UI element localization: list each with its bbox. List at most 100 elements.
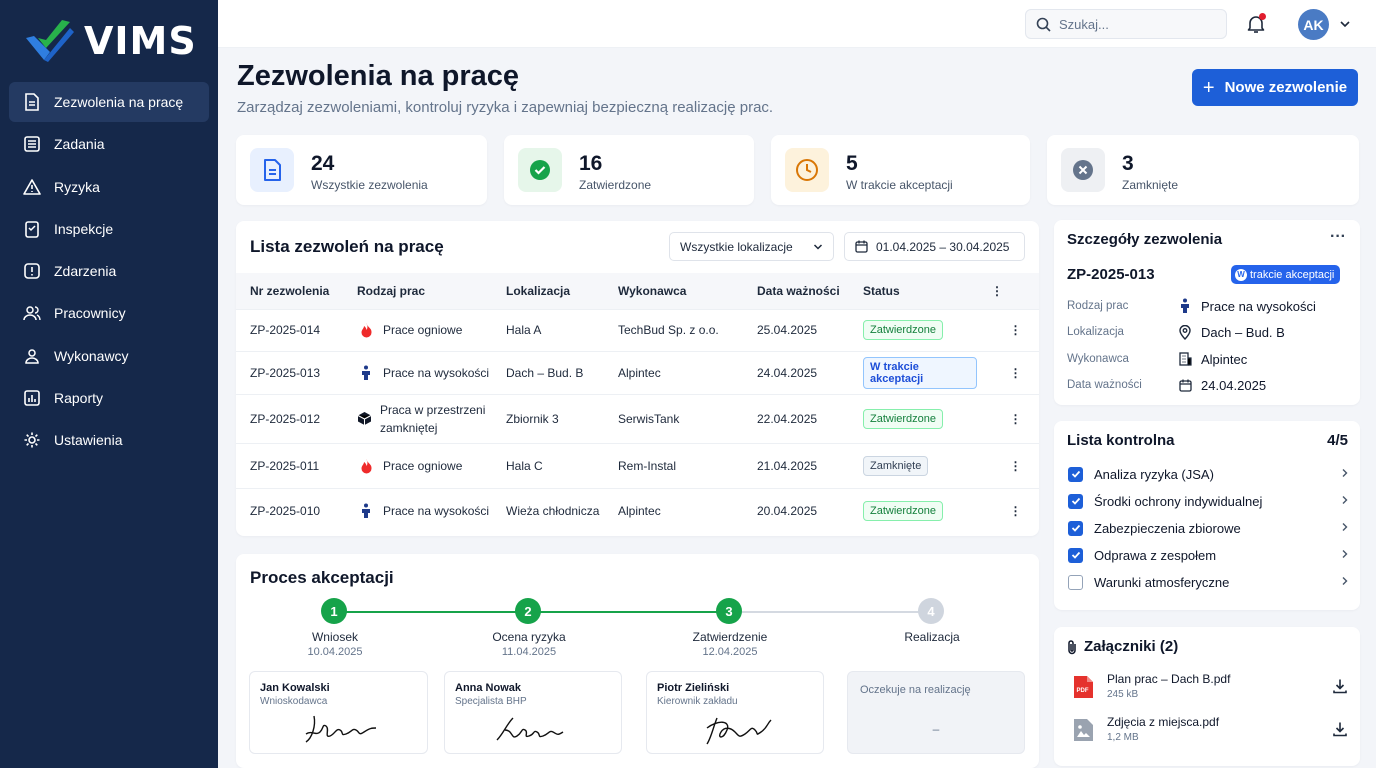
- checkbox-checked[interactable]: [1068, 466, 1083, 482]
- sidebar-item-inspekcje[interactable]: Inspekcje: [9, 209, 209, 249]
- sidebar-item-pracownicy[interactable]: Pracownicy: [9, 293, 209, 333]
- worker-icon: [357, 365, 375, 381]
- search-icon: [1036, 17, 1051, 32]
- sidebar-item-zdarzenia[interactable]: Zdarzenia: [9, 251, 209, 291]
- work-type: Prace na wysokości: [383, 365, 490, 380]
- table-row[interactable]: ZP-2025-014 Prace ogniowe Hala A TechBud…: [236, 308, 1039, 351]
- checklist-title: Lista kontrolna: [1067, 432, 1175, 449]
- stat-card-closed[interactable]: 3 Zamknięte: [1047, 135, 1359, 205]
- checklist-item[interactable]: Warunki atmosferyczne: [1068, 572, 1348, 592]
- work-type: Prace ogniowe: [383, 458, 463, 473]
- table-row[interactable]: ZP-2025-012 Praca w przestrzeni zamknięt…: [236, 393, 1039, 443]
- date-range-picker[interactable]: 01.04.2025 – 30.04.2025: [844, 232, 1025, 261]
- valid-until: 25.04.2025: [743, 308, 849, 351]
- location-filter-select[interactable]: Wszystkie lokalizacje: [669, 232, 834, 261]
- detail-key: Lokalizacja: [1067, 326, 1124, 338]
- sidebar-item-zadania[interactable]: Zadania: [9, 124, 209, 164]
- row-menu-icon[interactable]: ⋮: [977, 308, 1039, 351]
- stat-value: 16: [579, 152, 603, 175]
- valid-until: 24.04.2025: [743, 350, 849, 394]
- permit-details-card: Szczegóły zezwolenia ··· ZP-2025-013 W t…: [1054, 220, 1360, 405]
- avatar[interactable]: AK: [1298, 9, 1329, 40]
- column-header[interactable]: Wykonawca: [604, 273, 743, 309]
- document-icon: [23, 93, 41, 111]
- page-subtitle: Zarządzaj zezwoleniami, kontroluj ryzyka…: [237, 99, 774, 116]
- checkbox-checked[interactable]: [1068, 547, 1083, 563]
- column-header[interactable]: Nr zezwolenia: [236, 273, 343, 309]
- row-menu-icon[interactable]: ⋮: [977, 442, 1039, 488]
- sidebar-item-label: Ryzyka: [54, 178, 100, 195]
- column-header[interactable]: Lokalizacja: [492, 273, 604, 309]
- document-icon: [250, 148, 294, 192]
- sidebar-item-wykonawcy[interactable]: Wykonawcy: [9, 336, 209, 376]
- checklist-item[interactable]: Zabezpieczenia zbiorowe: [1068, 518, 1348, 538]
- checklist-item[interactable]: Odprawa z zespołem: [1068, 545, 1348, 565]
- checklist-card: Lista kontrolna 4/5 Analiza ryzyka (JSA)…: [1054, 421, 1360, 610]
- column-header[interactable]: Data ważności: [743, 273, 849, 309]
- plus-icon: +: [1202, 76, 1215, 99]
- table-row[interactable]: ZP-2025-011 Prace ogniowe Hala C Rem-Ins…: [236, 442, 1039, 488]
- warning-icon: [23, 178, 41, 196]
- checkbox-unchecked[interactable]: [1068, 574, 1083, 590]
- download-icon[interactable]: [1332, 678, 1348, 694]
- stat-card-approved[interactable]: 16 Zatwierdzone: [504, 135, 754, 205]
- checkbox-checked[interactable]: [1068, 493, 1083, 509]
- sidebar-item-label: Inspekcje: [54, 220, 114, 237]
- signer-name: Piotr Zieliński: [657, 682, 730, 694]
- attachment-item[interactable]: PDF Plan prac – Dach B.pdf 245 kB: [1073, 672, 1348, 704]
- attachment-size: 1,2 MB: [1107, 732, 1139, 743]
- column-header[interactable]: Status: [849, 273, 977, 309]
- checklist-item-label: Zabezpieczenia zbiorowe: [1094, 520, 1241, 536]
- pdf-icon: PDF: [1074, 676, 1093, 698]
- chevron-down-icon[interactable]: [1339, 18, 1351, 30]
- sidebar-item-ustawienia[interactable]: Ustawienia: [9, 420, 209, 460]
- step-name: Realizacja: [904, 630, 960, 644]
- download-icon[interactable]: [1332, 721, 1348, 737]
- attachment-item[interactable]: Zdjęcia z miejsca.pdf 1,2 MB: [1073, 715, 1348, 747]
- row-menu-icon[interactable]: ⋮: [977, 350, 1039, 394]
- more-options-icon[interactable]: ···: [1330, 228, 1346, 246]
- tasks-icon: [23, 135, 41, 153]
- work-type: Prace na wysokości: [383, 503, 490, 518]
- sidebar-nav: Zezwolenia na pracę Zadania Ryzyka Inspe…: [9, 82, 209, 463]
- new-permit-button[interactable]: + Nowe zezwolenie: [1192, 69, 1358, 106]
- location: Hala A: [492, 308, 604, 351]
- column-header[interactable]: Rodzaj prac: [343, 273, 492, 309]
- columns-menu-icon[interactable]: ⋮: [977, 273, 1039, 309]
- table-row[interactable]: ZP-2025-010 Prace na wysokości Wieża chł…: [236, 487, 1039, 533]
- work-type-cell: Prace ogniowe: [343, 442, 492, 488]
- detail-value: 24.04.2025: [1201, 377, 1267, 393]
- contractor: SerwisTank: [604, 393, 743, 443]
- sidebar-item-label: Raporty: [54, 390, 104, 407]
- pending-text: Oczekuje na realizację: [860, 684, 971, 696]
- location: Zbiornik 3: [492, 393, 604, 443]
- checklist-item[interactable]: Środki ochrony indywidualnej: [1068, 491, 1348, 511]
- stat-card-pending[interactable]: 5 W trakcie akceptacji: [771, 135, 1030, 205]
- checklist-item-label: Środki ochrony indywidualnej: [1094, 493, 1263, 509]
- pending-dash: –: [932, 722, 940, 736]
- fire-icon: [357, 322, 375, 338]
- status-badge: Zamknięte: [863, 455, 929, 476]
- step-circle: 3: [716, 598, 742, 624]
- search-box[interactable]: [1025, 9, 1227, 39]
- detail-row-contractor: Wykonawca Alpintec: [1067, 349, 1347, 369]
- gear-icon: [23, 431, 41, 449]
- approval-process-title: Proces akceptacji: [250, 568, 394, 587]
- sidebar-item-ryzyka[interactable]: Ryzyka: [9, 167, 209, 207]
- row-menu-icon[interactable]: ⋮: [977, 487, 1039, 533]
- checkbox-checked[interactable]: [1068, 520, 1083, 536]
- table-row[interactable]: ZP-2025-013 Prace na wysokości Dach – Bu…: [236, 350, 1039, 394]
- row-menu-icon[interactable]: ⋮: [977, 393, 1039, 443]
- logo[interactable]: VIMS: [24, 18, 197, 64]
- attachments-title-text: Załączniki (2): [1084, 638, 1179, 655]
- notifications-button[interactable]: [1246, 13, 1266, 34]
- signature-image: [706, 717, 772, 745]
- stat-card-all[interactable]: 24 Wszystkie zezwolenia: [236, 135, 487, 205]
- alert-icon: [23, 262, 41, 280]
- sidebar-item-zezwolenia[interactable]: Zezwolenia na pracę: [9, 82, 209, 122]
- search-input[interactable]: [1059, 16, 1209, 32]
- work-type: Praca w przestrzeni zamkniętej: [380, 402, 486, 435]
- permit-id: ZP-2025-014: [236, 308, 343, 351]
- checklist-item[interactable]: Analiza ryzyka (JSA): [1068, 464, 1348, 484]
- sidebar-item-raporty[interactable]: Raporty: [9, 378, 209, 418]
